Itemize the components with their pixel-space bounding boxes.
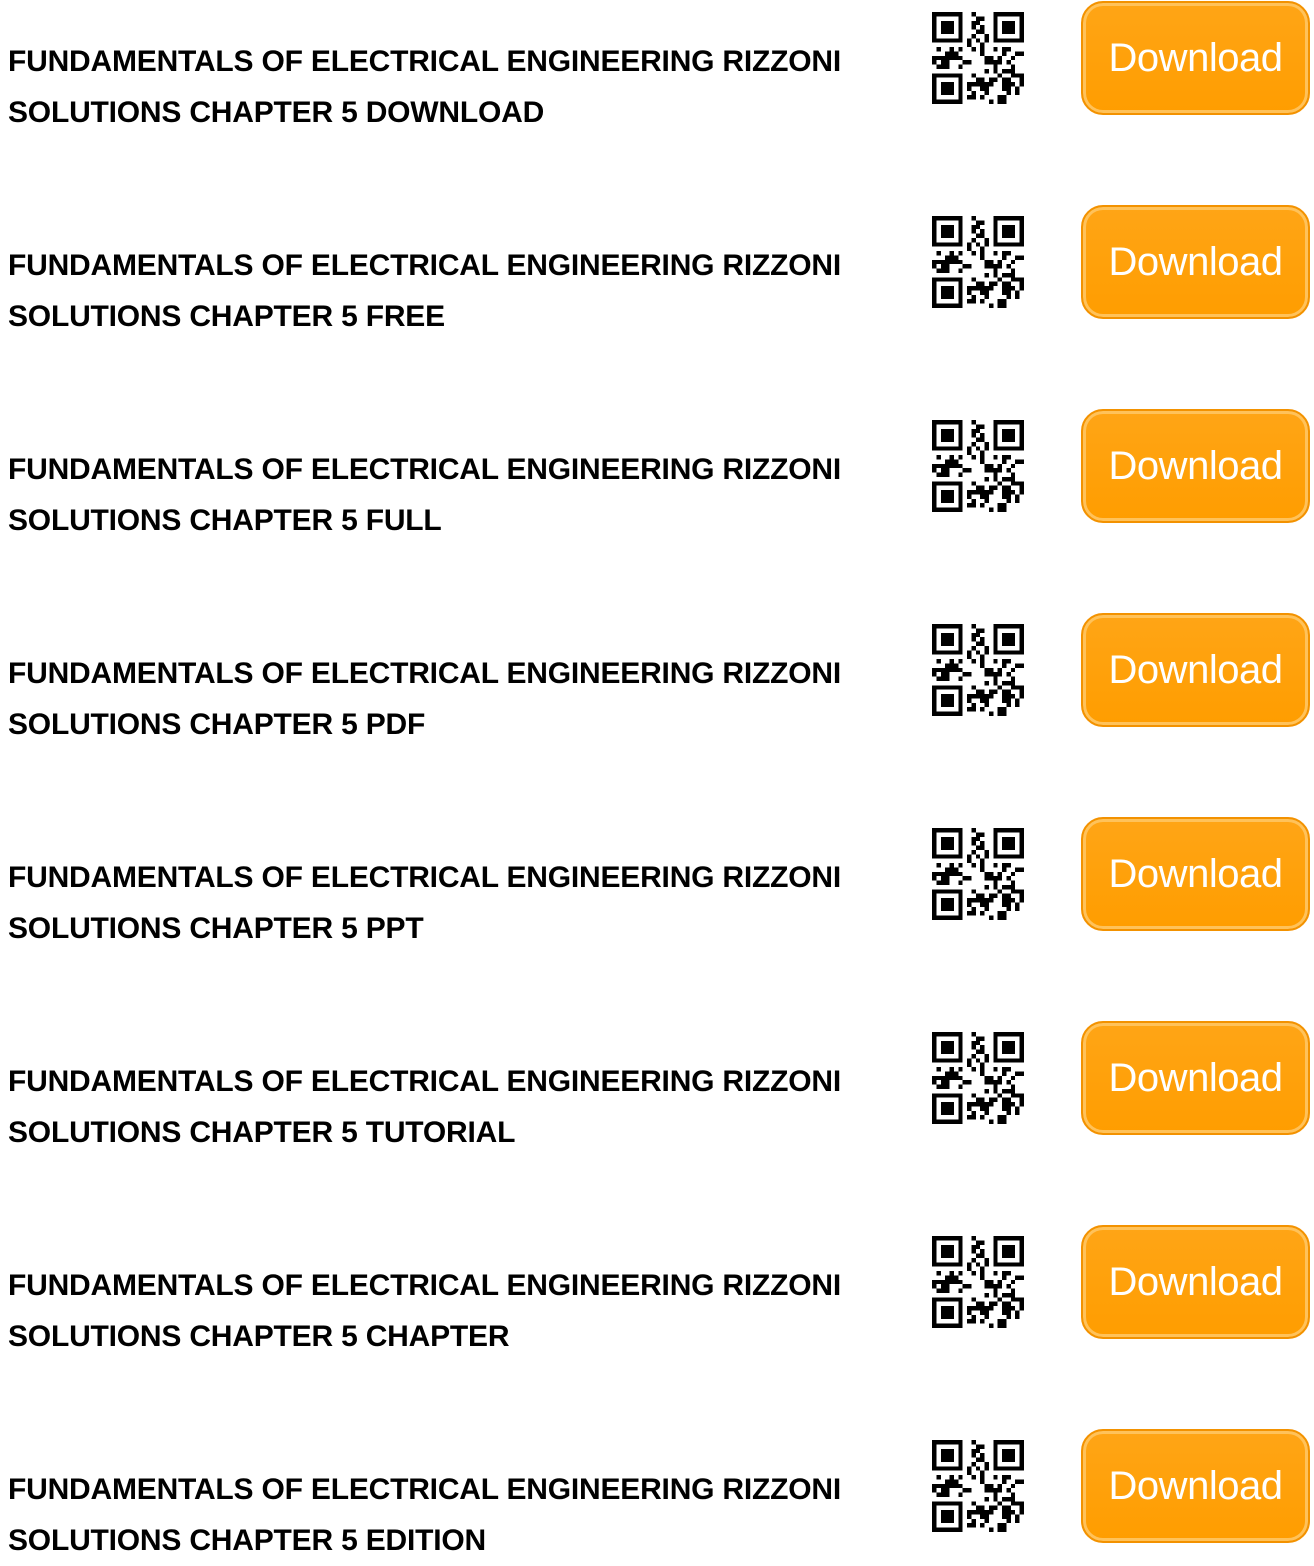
list-item: FUNDAMENTALS OF ELECTRICAL ENGINEERING R… <box>0 204 1314 333</box>
entry-title: FUNDAMENTALS OF ELECTRICAL ENGINEERING R… <box>8 249 842 333</box>
qr-code-icon <box>932 828 1024 920</box>
download-button[interactable]: Download <box>1081 205 1310 319</box>
qr-code-icon <box>932 1440 1024 1532</box>
download-button-label: Download <box>1108 1259 1283 1304</box>
list-item: FUNDAMENTALS OF ELECTRICAL ENGINEERING R… <box>0 816 1314 945</box>
list-item: FUNDAMENTALS OF ELECTRICAL ENGINEERING R… <box>0 1020 1314 1149</box>
entry-title: FUNDAMENTALS OF ELECTRICAL ENGINEERING R… <box>8 1269 842 1353</box>
qr-code-icon <box>932 1032 1024 1124</box>
download-button-label: Download <box>1108 443 1283 488</box>
list-item: FUNDAMENTALS OF ELECTRICAL ENGINEERING R… <box>0 1224 1314 1353</box>
qr-code-icon <box>932 420 1024 512</box>
download-button[interactable]: Download <box>1081 1429 1310 1543</box>
download-button-label: Download <box>1108 647 1283 692</box>
download-button[interactable]: Download <box>1081 817 1310 931</box>
list-item: FUNDAMENTALS OF ELECTRICAL ENGINEERING R… <box>0 408 1314 537</box>
qr-code-icon <box>932 216 1024 308</box>
entry-title: FUNDAMENTALS OF ELECTRICAL ENGINEERING R… <box>8 1473 842 1557</box>
download-button-label: Download <box>1108 851 1283 896</box>
download-button-label: Download <box>1108 35 1283 80</box>
qr-code-icon <box>932 624 1024 716</box>
list-item: FUNDAMENTALS OF ELECTRICAL ENGINEERING R… <box>0 0 1314 129</box>
download-button[interactable]: Download <box>1081 613 1310 727</box>
entry-title: FUNDAMENTALS OF ELECTRICAL ENGINEERING R… <box>8 453 842 537</box>
download-button-label: Download <box>1108 239 1283 284</box>
download-button[interactable]: Download <box>1081 409 1310 523</box>
qr-code-icon <box>932 12 1024 104</box>
list-item: FUNDAMENTALS OF ELECTRICAL ENGINEERING R… <box>0 612 1314 741</box>
list-item: FUNDAMENTALS OF ELECTRICAL ENGINEERING R… <box>0 1428 1314 1557</box>
entry-title: FUNDAMENTALS OF ELECTRICAL ENGINEERING R… <box>8 657 842 741</box>
qr-code-icon <box>932 1236 1024 1328</box>
entry-title: FUNDAMENTALS OF ELECTRICAL ENGINEERING R… <box>8 1065 842 1149</box>
entry-title: FUNDAMENTALS OF ELECTRICAL ENGINEERING R… <box>8 45 842 129</box>
entry-title: FUNDAMENTALS OF ELECTRICAL ENGINEERING R… <box>8 861 842 945</box>
download-button-label: Download <box>1108 1463 1283 1508</box>
download-button[interactable]: Download <box>1081 1 1310 115</box>
download-button[interactable]: Download <box>1081 1225 1310 1339</box>
download-button[interactable]: Download <box>1081 1021 1310 1135</box>
download-button-label: Download <box>1108 1055 1283 1100</box>
